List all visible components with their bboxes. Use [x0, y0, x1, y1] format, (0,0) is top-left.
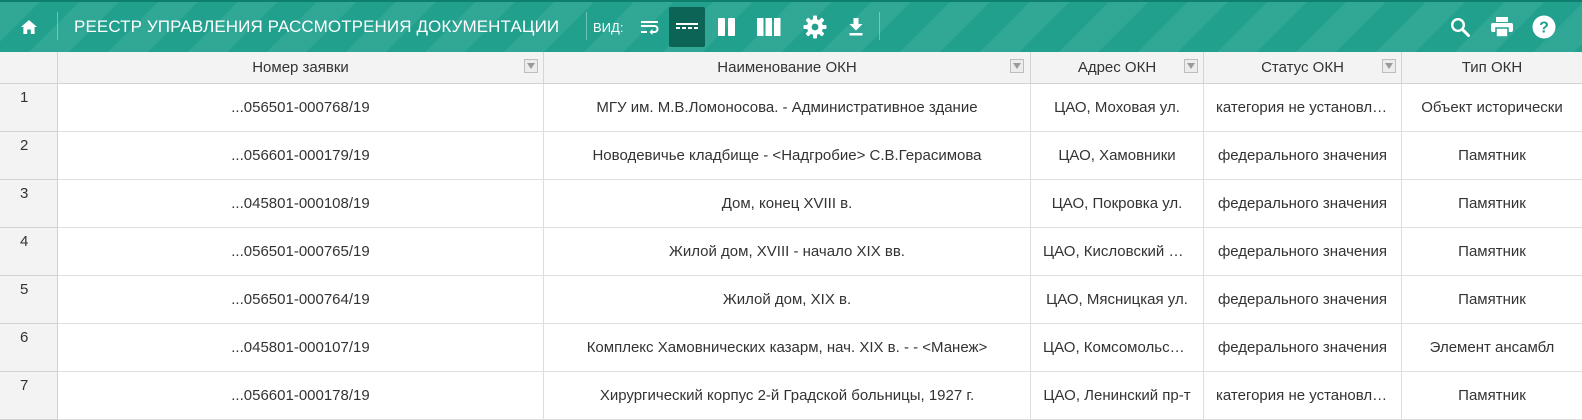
table-row[interactable]: ...056501-000768/19 МГУ им. М.В.Ломоносов… [58, 84, 1582, 132]
cell-okn-address[interactable]: ЦАО, Моховая ул. [1031, 84, 1204, 131]
cell-application-number[interactable]: ...045801-000108/19 [58, 180, 544, 227]
filter-dropdown-button[interactable] [1184, 59, 1198, 73]
cell-okn-address[interactable]: ЦАО, Хамовники [1031, 132, 1204, 179]
cell-okn-address[interactable]: ЦАО, Мясницкая ул. [1031, 276, 1204, 323]
cell-okn-status[interactable]: федерального значения [1204, 132, 1402, 179]
table-row[interactable]: ...056501-000764/19 Жилой дом, XIX в. ЦАО,… [58, 276, 1582, 324]
row-number[interactable]: 4 [0, 228, 58, 276]
column-header-label: Номер заявки [252, 59, 349, 76]
cell-okn-address[interactable]: ЦАО, Покровка ул. [1031, 180, 1204, 227]
search-button[interactable] [1443, 7, 1477, 47]
download-icon [849, 17, 863, 35]
cell-okn-status[interactable]: категория не установлена [1204, 84, 1402, 131]
cell-okn-address[interactable]: ЦАО, Кисловский пер. [1031, 228, 1204, 275]
filter-dropdown-button[interactable] [1010, 59, 1024, 73]
search-icon [1450, 17, 1470, 37]
cell-okn-name[interactable]: МГУ им. М.В.Ломоносова. - Административн… [544, 84, 1031, 131]
cell-okn-status[interactable]: федерального значения [1204, 180, 1402, 227]
row-number[interactable]: 1 [0, 84, 58, 132]
cell-okn-type[interactable]: Памятник [1402, 180, 1582, 227]
home-icon [20, 20, 37, 34]
cell-okn-status[interactable]: категория не установлена [1204, 372, 1402, 419]
cell-okn-type[interactable]: Памятник [1402, 228, 1582, 275]
cell-okn-name[interactable]: Жилой дом, XVIII - начало XIX вв. [544, 228, 1031, 275]
filter-dropdown-button[interactable] [524, 59, 538, 73]
cell-okn-type[interactable]: Памятник [1402, 276, 1582, 323]
cell-application-number[interactable]: ...056501-000765/19 [58, 228, 544, 275]
filter-arrow-icon [1385, 63, 1393, 69]
view-three-columns-button[interactable] [751, 7, 787, 47]
column-header-okn-type[interactable]: Тип ОКН [1402, 52, 1582, 83]
cell-okn-status[interactable]: федерального значения [1204, 324, 1402, 371]
column-header-label: Статус ОКН [1261, 59, 1344, 76]
print-button[interactable] [1485, 7, 1519, 47]
download-button[interactable] [838, 7, 874, 47]
column-header-okn-name[interactable]: Наименование ОКН [544, 52, 1031, 83]
view-wrap-button[interactable] [632, 7, 668, 47]
two-columns-icon [718, 18, 735, 36]
cell-okn-type[interactable]: Элемент ансамбл [1402, 324, 1582, 371]
row-number[interactable]: 2 [0, 132, 58, 180]
cell-okn-status[interactable]: федерального значения [1204, 228, 1402, 275]
cell-application-number[interactable]: ...056501-000768/19 [58, 84, 544, 131]
filter-arrow-icon [1013, 63, 1021, 69]
cell-okn-name[interactable]: Жилой дом, XIX в. [544, 276, 1031, 323]
print-icon [1491, 17, 1513, 37]
table-row[interactable]: ...056601-000178/19 Хирургический корпус … [58, 372, 1582, 420]
help-button[interactable]: ? [1527, 7, 1561, 47]
wrap-text-icon [641, 21, 659, 35]
single-line-icon [676, 23, 698, 29]
home-button[interactable] [0, 2, 57, 52]
three-columns-icon [757, 18, 781, 36]
toolbar-divider [586, 12, 587, 40]
cell-okn-type[interactable]: Объект исторически [1402, 84, 1582, 131]
filter-dropdown-button[interactable] [1382, 59, 1396, 73]
cell-application-number[interactable]: ...045801-000107/19 [58, 324, 544, 371]
cell-okn-address[interactable]: ЦАО, Комсомольский пр-т [1031, 324, 1204, 371]
cell-okn-name[interactable]: Хирургический корпус 2-й Градской больни… [544, 372, 1031, 419]
row-number[interactable]: 3 [0, 180, 58, 228]
view-label: ВИД: [593, 19, 624, 35]
svg-text:?: ? [1539, 20, 1549, 37]
cell-okn-status[interactable]: федерального значения [1204, 276, 1402, 323]
filter-arrow-icon [527, 63, 535, 69]
column-header-label: Адрес ОКН [1077, 59, 1157, 76]
column-header-okn-address[interactable]: Адрес ОКН [1031, 52, 1204, 83]
row-number[interactable]: 7 [0, 372, 58, 420]
cell-okn-name[interactable]: Комплекс Хамовнических казарм, нач. XIX … [544, 324, 1031, 371]
filter-arrow-icon [1187, 63, 1195, 69]
app-title: РЕЕСТР УПРАВЛЕНИЯ РАССМОТРЕНИЯ ДОКУМЕНТА… [74, 17, 560, 36]
settings-button[interactable] [797, 7, 833, 47]
row-number[interactable]: 6 [0, 324, 58, 372]
help-icon: ? [1532, 15, 1556, 39]
column-header-application-number[interactable]: Номер заявки [58, 52, 544, 83]
column-header-label: Тип ОКН [1461, 59, 1523, 76]
grid-header: Номер заявки Наименование ОКН Адрес ОКН … [0, 52, 1582, 84]
cell-okn-type[interactable]: Памятник [1402, 372, 1582, 419]
column-header-okn-status[interactable]: Статус ОКН [1204, 52, 1402, 83]
table-row[interactable]: ...056601-000179/19 Новодевичье кладбище … [58, 132, 1582, 180]
table-row[interactable]: ...045801-000107/19 Комплекс Хамовнически… [58, 324, 1582, 372]
table-row[interactable]: ...045801-000108/19 Дом, конец XVIII в. ЦА… [58, 180, 1582, 228]
row-number-header [0, 52, 58, 83]
cell-okn-name[interactable]: Дом, конец XVIII в. [544, 180, 1031, 227]
column-header-label: Наименование ОКН [717, 59, 857, 76]
toolbar-divider [879, 12, 880, 40]
top-toolbar: РЕЕСТР УПРАВЛЕНИЯ РАССМОТРЕНИЯ ДОКУМЕНТА… [0, 0, 1582, 52]
toolbar-divider [57, 12, 58, 40]
cell-application-number[interactable]: ...056601-000179/19 [58, 132, 544, 179]
row-number[interactable]: 5 [0, 276, 58, 324]
cell-okn-name[interactable]: Новодевичье кладбище - <Надгробие> С.В.Г… [544, 132, 1031, 179]
cell-application-number[interactable]: ...056601-000178/19 [58, 372, 544, 419]
data-grid: Номер заявки Наименование ОКН Адрес ОКН … [0, 52, 1582, 420]
cell-okn-address[interactable]: ЦАО, Ленинский пр-т [1031, 372, 1204, 419]
table-row[interactable]: ...056501-000765/19 Жилой дом, XVIII - на… [58, 228, 1582, 276]
view-two-columns-button[interactable] [709, 7, 745, 47]
settings-icon [803, 15, 827, 39]
view-single-line-button[interactable] [669, 7, 705, 47]
cell-application-number[interactable]: ...056501-000764/19 [58, 276, 544, 323]
cell-okn-type[interactable]: Памятник [1402, 132, 1582, 179]
